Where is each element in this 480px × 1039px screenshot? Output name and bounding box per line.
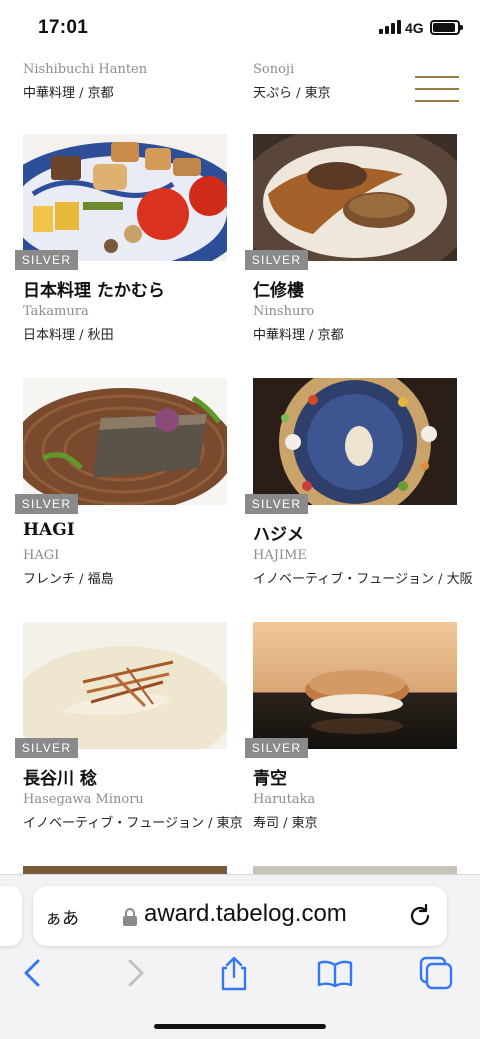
restaurant-name: HAGI — [23, 520, 75, 540]
share-icon[interactable] — [216, 955, 252, 991]
restaurant-romaji: Takamura — [23, 304, 89, 319]
hamburger-menu-icon[interactable] — [415, 76, 459, 106]
silver-badge: SILVER — [15, 494, 78, 514]
restaurant-name: ハジメ — [253, 525, 304, 545]
browser-toolbar: ぁあ award.tabelog.com — [0, 874, 480, 1039]
restaurant-romaji: HAJIME — [253, 548, 307, 563]
url-text[interactable]: award.tabelog.com — [144, 900, 347, 928]
reload-icon[interactable] — [406, 902, 434, 930]
restaurant-genre: 中華料理 / 京都 — [23, 86, 114, 101]
tabs-icon[interactable] — [418, 955, 454, 991]
silver-badge: SILVER — [245, 738, 308, 758]
restaurant-card[interactable]: SILVER 仁修樓 Ninshuro 中華料理 / 京都 — [245, 134, 457, 350]
restaurant-genre: 日本料理 / 秋田 — [23, 328, 114, 343]
restaurant-genre: イノベーティブ・フュージョン / 大阪 — [253, 572, 473, 587]
cellular-signal-icon — [379, 20, 401, 34]
restaurant-romaji: Nishibuchi Hanten — [23, 62, 148, 77]
previous-tab-preview[interactable] — [0, 886, 22, 946]
silver-badge: SILVER — [245, 250, 308, 270]
status-time: 17:01 — [38, 17, 89, 38]
silver-badge: SILVER — [15, 738, 78, 758]
home-indicator — [154, 1024, 326, 1029]
restaurant-photo — [253, 378, 457, 505]
restaurant-card[interactable]: SILVER HAGI HAGI フレンチ / 福島 — [15, 378, 227, 594]
restaurant-genre: 寿司 / 東京 — [253, 816, 318, 831]
restaurant-card[interactable]: SILVER 青空 Harutaka 寿司 / 東京 — [245, 622, 457, 838]
restaurant-romaji: Sonoji — [253, 62, 295, 77]
restaurant-romaji: Ninshuro — [253, 304, 315, 319]
restaurant-photo — [253, 622, 457, 749]
restaurant-romaji: Harutaka — [253, 792, 316, 807]
restaurant-genre: イノベーティブ・フュージョン / 東京 — [23, 816, 243, 831]
restaurant-romaji: Hasegawa Minoru — [23, 792, 144, 807]
restaurant-card[interactable]: SILVER 日本料理 たかむら Takamura 日本料理 / 秋田 — [15, 134, 227, 350]
restaurant-genre: 天ぷら / 東京 — [253, 86, 331, 101]
bookmarks-icon[interactable] — [317, 955, 353, 991]
restaurant-card-partial[interactable]: Sonoji 天ぷら / 東京 — [253, 62, 331, 101]
restaurant-photo — [23, 622, 227, 749]
restaurant-photo — [253, 134, 457, 261]
back-chevron-icon[interactable] — [14, 955, 50, 991]
restaurant-name: 仁修樓 — [253, 281, 304, 301]
restaurant-name: 長谷川 稔 — [23, 769, 97, 789]
restaurant-genre: フレンチ / 福島 — [23, 572, 114, 587]
silver-badge: SILVER — [15, 250, 78, 270]
restaurant-card[interactable]: SILVER 長谷川 稔 Hasegawa Minoru イノベーティブ・フュー… — [15, 622, 243, 838]
restaurant-card-partial[interactable]: Nishibuchi Hanten 中華料理 / 京都 — [23, 62, 147, 101]
restaurant-name: 日本料理 たかむら — [23, 281, 165, 301]
restaurant-photo — [23, 134, 227, 261]
restaurant-photo — [23, 378, 227, 505]
forward-chevron-icon[interactable] — [118, 955, 154, 991]
restaurant-genre: 中華料理 / 京都 — [253, 328, 344, 343]
lock-icon — [123, 908, 137, 926]
battery-icon — [430, 20, 463, 35]
page-settings-button[interactable]: ぁあ — [45, 904, 79, 929]
silver-badge: SILVER — [245, 494, 308, 514]
restaurant-romaji: HAGI — [23, 548, 60, 563]
network-type: 4G — [405, 20, 424, 36]
address-bar[interactable]: ぁあ award.tabelog.com — [33, 886, 447, 946]
restaurant-card[interactable]: SILVER ハジメ HAJIME イノベーティブ・フュージョン / 大阪 — [245, 378, 473, 594]
restaurant-name: 青空 — [253, 769, 287, 789]
status-bar: 17:01 4G — [0, 0, 480, 56]
